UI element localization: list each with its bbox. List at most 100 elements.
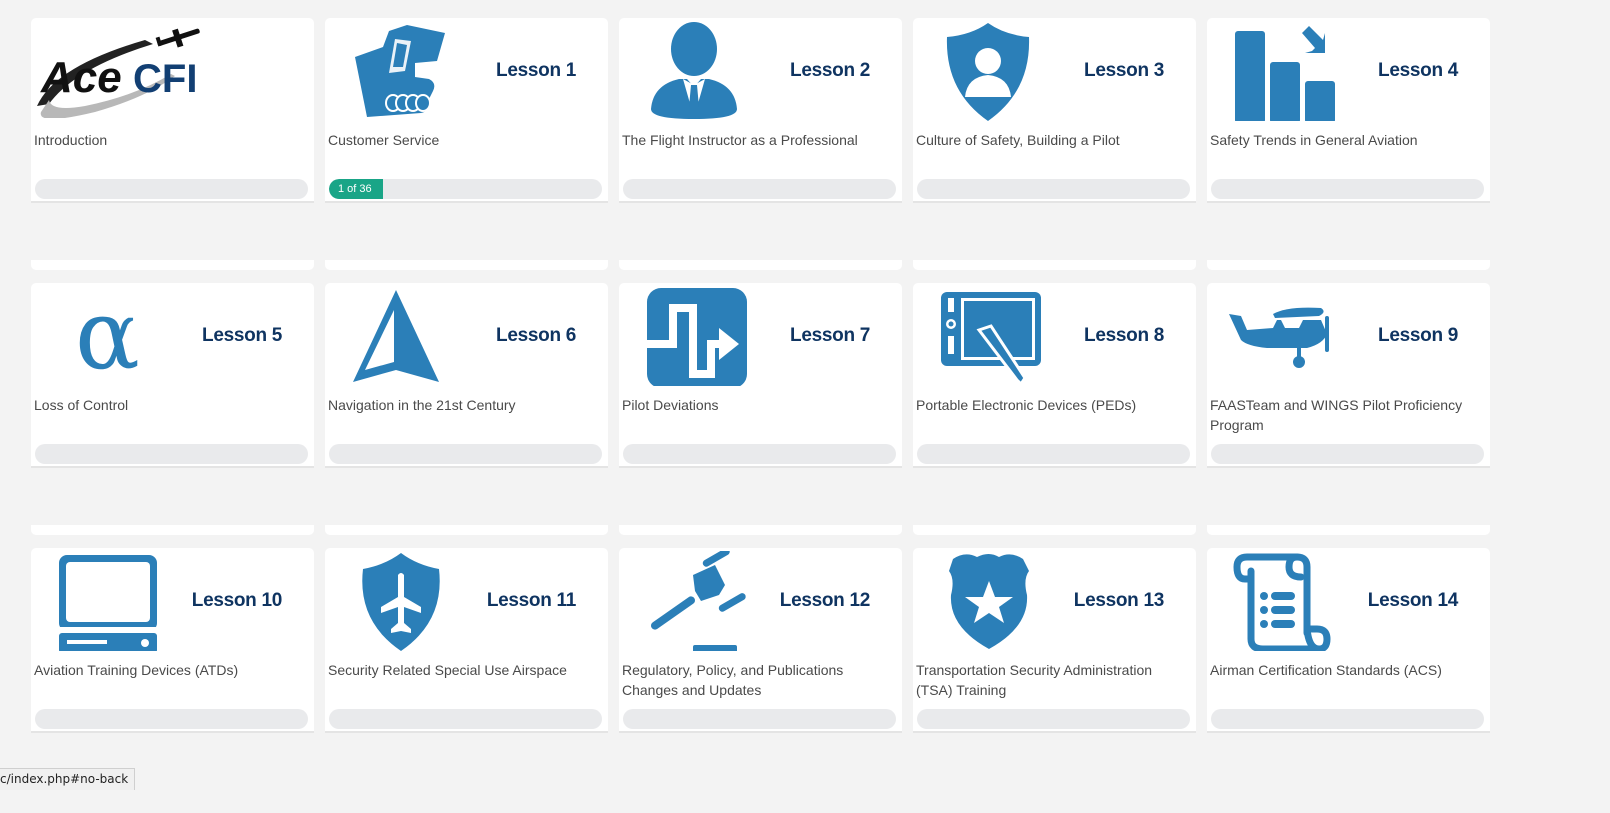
course-card-lesson-14[interactable]: Lesson 14 Airman Certification Standards… (1207, 548, 1490, 800)
badge-star-icon (933, 551, 1043, 651)
progress-bar (329, 444, 602, 464)
course-row: α Lesson 5 Loss of Control Lesson 6 Navi… (31, 283, 1531, 548)
lesson-number: Lesson 2 (790, 60, 870, 82)
course-card-lesson-4[interactable]: Lesson 4 Safety Trends in General Aviati… (1207, 18, 1490, 270)
lesson-number: Lesson 14 (1368, 590, 1458, 612)
card-body[interactable]: Lesson 3 Culture of Safety, Building a P… (913, 18, 1196, 203)
card-body[interactable]: Lesson 4 Safety Trends in General Aviati… (1207, 18, 1490, 203)
card-bottom-edge (913, 525, 1196, 535)
course-card-lesson-10[interactable]: Lesson 10 Aviation Training Devices (ATD… (31, 548, 314, 800)
lesson-title: Airman Certification Standards (ACS) (1210, 660, 1482, 680)
scroll-list-icon (1227, 551, 1337, 651)
card-body[interactable]: Lesson 12 Regulatory, Policy, and Public… (619, 548, 902, 733)
lesson-number: Lesson 8 (1084, 325, 1164, 347)
navigation-arrow-icon (345, 286, 455, 386)
card-body[interactable]: Lesson 6 Navigation in the 21st Century (325, 283, 608, 468)
course-card-lesson-8[interactable]: Lesson 8 Portable Electronic Devices (PE… (913, 283, 1196, 535)
card-bottom-edge (31, 525, 314, 535)
lesson-title: Transportation Security Administration (… (916, 660, 1188, 700)
progress-bar (917, 444, 1190, 464)
course-card-lesson-7[interactable]: Lesson 7 Pilot Deviations (619, 283, 902, 535)
lesson-title: Security Related Special Use Airspace (328, 660, 600, 680)
svg-text:α: α (75, 286, 140, 386)
card-bottom-edge (1207, 260, 1490, 270)
progress-bar: 1 of 36 (329, 179, 602, 199)
course-card-lesson-13[interactable]: Lesson 13 Transportation Security Admini… (913, 548, 1196, 800)
course-card-introduction[interactable]: Ace CFI Introduction Review (31, 18, 314, 270)
acecfi-logo: Ace CFI (35, 26, 205, 118)
lesson-number: Lesson 10 (192, 590, 282, 612)
lesson-number: Lesson 9 (1378, 325, 1458, 347)
card-body[interactable]: Lesson 14 Airman Certification Standards… (1207, 548, 1490, 733)
svg-text:CFI: CFI (133, 57, 197, 101)
progress-bar (1211, 709, 1484, 729)
lesson-title: Culture of Safety, Building a Pilot (916, 130, 1188, 150)
card-body[interactable]: Lesson 9 FAASTeam and WINGS Pilot Profic… (1207, 283, 1490, 468)
course-card-lesson-1[interactable]: Lesson 1 Customer Service 1 of 36 Review… (325, 18, 608, 270)
course-card-lesson-12[interactable]: Lesson 12 Regulatory, Policy, and Public… (619, 548, 902, 800)
lesson-number: Lesson 11 (487, 590, 576, 612)
progress-bar (35, 709, 308, 729)
card-bottom-edge (325, 525, 608, 535)
card-body[interactable]: Lesson 7 Pilot Deviations (619, 283, 902, 468)
professional-person-icon (639, 21, 749, 121)
handshake-icon (345, 21, 455, 121)
card-bottom-edge (1207, 525, 1490, 535)
lesson-title: Loss of Control (34, 395, 306, 415)
progress-bar (35, 444, 308, 464)
progress-bar (623, 444, 896, 464)
progress-bar (917, 709, 1190, 729)
course-card-lesson-11[interactable]: Lesson 11 Security Related Special Use A… (325, 548, 608, 800)
card-body[interactable]: Lesson 2 The Flight Instructor as a Prof… (619, 18, 902, 203)
shield-airplane-icon (345, 551, 455, 651)
tablet-pen-icon (933, 286, 1043, 386)
lesson-number: Lesson 4 (1378, 60, 1458, 82)
gavel-icon (639, 551, 749, 651)
airplane-icon (1227, 286, 1337, 386)
lesson-number: Lesson 6 (496, 325, 576, 347)
card-bottom-edge (325, 260, 608, 270)
lesson-title: Aviation Training Devices (ATDs) (34, 660, 306, 680)
lesson-title: Navigation in the 21st Century (328, 395, 600, 415)
shield-user-icon (933, 21, 1043, 121)
card-body[interactable]: α Lesson 5 Loss of Control (31, 283, 314, 468)
lesson-title: The Flight Instructor as a Professional (622, 130, 894, 150)
course-card-lesson-2[interactable]: Lesson 2 The Flight Instructor as a Prof… (619, 18, 902, 270)
progress-bar (1211, 444, 1484, 464)
course-card-lesson-9[interactable]: Lesson 9 FAASTeam and WINGS Pilot Profic… (1207, 283, 1490, 535)
lesson-number: Lesson 13 (1074, 590, 1164, 612)
lesson-number: Lesson 1 (496, 60, 576, 82)
card-bottom-edge (913, 260, 1196, 270)
progress-fill: 1 of 36 (329, 179, 383, 199)
lesson-title: FAASTeam and WINGS Pilot Proficiency Pro… (1210, 395, 1482, 435)
course-row: Lesson 10 Aviation Training Devices (ATD… (31, 548, 1531, 813)
card-body[interactable]: Ace CFI Introduction (31, 18, 314, 203)
bar-chart-down-icon (1227, 21, 1337, 121)
card-body[interactable]: Lesson 13 Transportation Security Admini… (913, 548, 1196, 733)
progress-bar (329, 709, 602, 729)
lesson-title: Portable Electronic Devices (PEDs) (916, 395, 1188, 415)
alpha-icon: α (51, 286, 161, 386)
card-bottom-edge (619, 525, 902, 535)
progress-bar (917, 179, 1190, 199)
course-card-lesson-5[interactable]: α Lesson 5 Loss of Control (31, 283, 314, 535)
card-body[interactable]: Lesson 11 Security Related Special Use A… (325, 548, 608, 733)
course-card-lesson-3[interactable]: Lesson 3 Culture of Safety, Building a P… (913, 18, 1196, 270)
card-bottom-edge (619, 260, 902, 270)
browser-status-url: c/index.php#no-back (0, 768, 135, 790)
svg-text:Ace: Ace (40, 53, 122, 102)
lesson-number: Lesson 7 (790, 325, 870, 347)
lesson-number: Lesson 3 (1084, 60, 1164, 82)
progress-bar (623, 709, 896, 729)
course-card-lesson-6[interactable]: Lesson 6 Navigation in the 21st Century (325, 283, 608, 535)
card-body[interactable]: Lesson 1 Customer Service 1 of 36 (325, 18, 608, 203)
progress-bar (35, 179, 308, 199)
lesson-title: Introduction (34, 130, 306, 150)
progress-bar (623, 179, 896, 199)
card-bottom-edge (31, 260, 314, 270)
lesson-title: Regulatory, Policy, and Publications Cha… (622, 660, 894, 700)
computer-icon (51, 551, 161, 651)
progress-bar (1211, 179, 1484, 199)
card-body[interactable]: Lesson 8 Portable Electronic Devices (PE… (913, 283, 1196, 468)
card-body[interactable]: Lesson 10 Aviation Training Devices (ATD… (31, 548, 314, 733)
